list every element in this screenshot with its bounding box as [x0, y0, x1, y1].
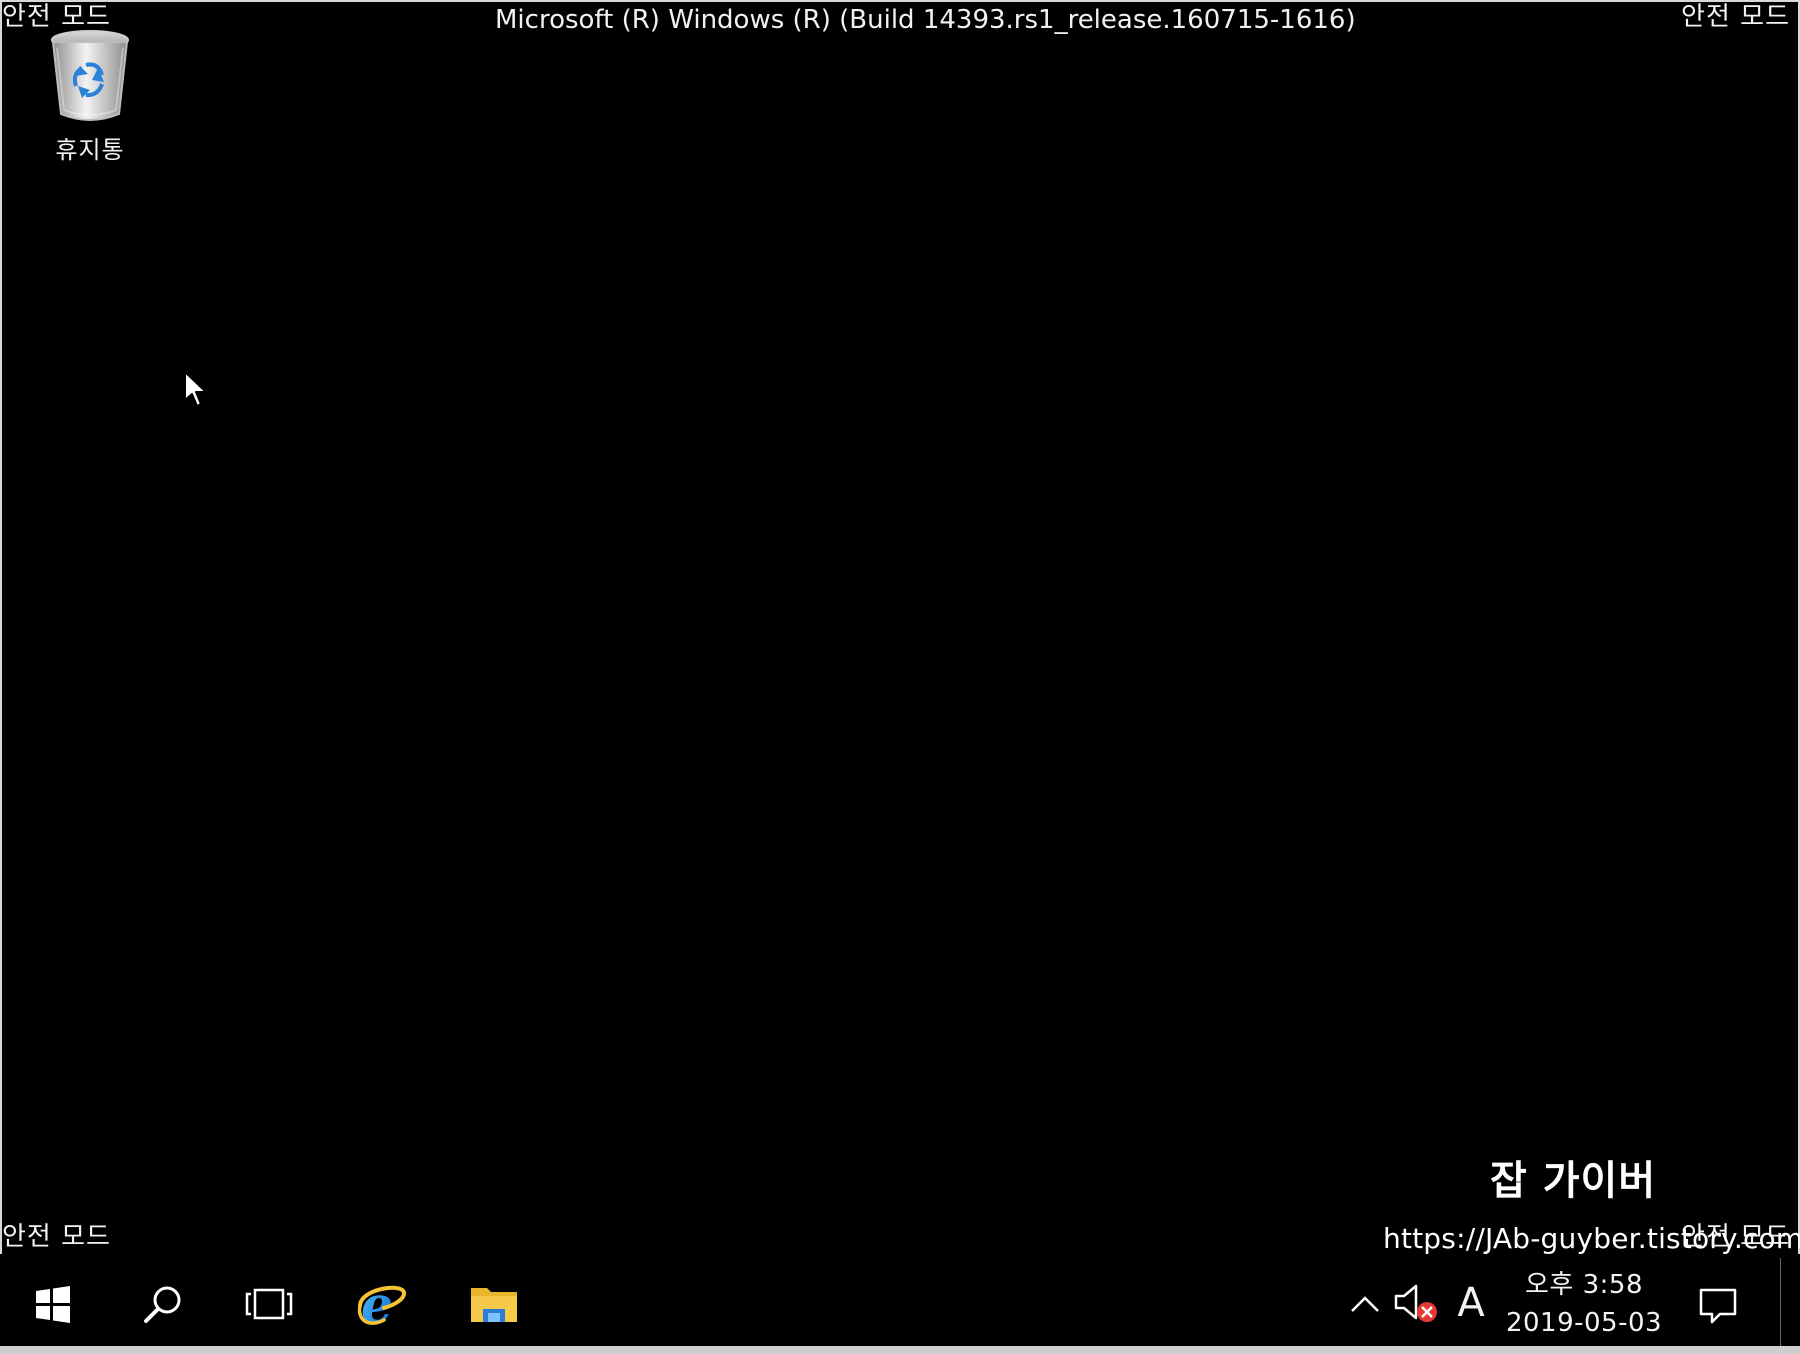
internet-explorer-icon: e: [357, 1276, 406, 1332]
clock[interactable]: 오후 3:58 2019-05-03: [1496, 1266, 1672, 1346]
desktop-icon-recycle-bin[interactable]: 휴지통: [30, 28, 150, 164]
folder-icon: [471, 1288, 517, 1322]
desktop-icon-label: 휴지통: [55, 136, 125, 164]
show-hidden-icons-button[interactable]: [1345, 1284, 1385, 1324]
safe-mode-label-bottom-left: 안전 모드: [2, 1222, 111, 1252]
desktop-screen: 안전 모드 안전 모드 안전 모드 안전 모드 Microsoft (R) Wi…: [0, 0, 1800, 1354]
start-button[interactable]: [16, 1254, 90, 1354]
chevron-up-icon: [1351, 1296, 1379, 1312]
search-button[interactable]: [126, 1254, 200, 1354]
recycle-bin-icon: [51, 30, 129, 121]
file-explorer-button[interactable]: [452, 1254, 536, 1354]
watermark-title: 잡 가이버: [1490, 1158, 1657, 1204]
search-icon: [144, 1286, 181, 1323]
window-frame: [0, 0, 1800, 1354]
taskbar-bottom-border: [0, 1346, 1800, 1354]
input-method-indicator[interactable]: A: [1450, 1276, 1492, 1330]
windows-logo-icon: [36, 1286, 70, 1323]
internet-explorer-button[interactable]: e: [340, 1254, 424, 1354]
notification-icon: [1699, 1288, 1737, 1324]
mouse-cursor-icon: [184, 371, 207, 407]
task-view-icon: [245, 1288, 293, 1320]
volume-muted-icon[interactable]: [1392, 1282, 1442, 1326]
watermark-url: https://JAb-guyber.tistory.com: [1383, 1222, 1800, 1255]
show-desktop-button[interactable]: [1780, 1258, 1785, 1348]
taskbar: e A 오후 3:58 2019-05-03: [0, 1254, 1800, 1354]
build-title: Microsoft (R) Windows (R) (Build 14393.r…: [495, 5, 1356, 35]
task-view-button[interactable]: [232, 1254, 306, 1354]
clock-time: 오후 3:58: [1525, 1270, 1643, 1300]
clock-date: 2019-05-03: [1505, 1308, 1663, 1338]
safe-mode-label-top-right: 안전 모드: [1681, 2, 1790, 32]
action-center-button[interactable]: [1694, 1282, 1742, 1330]
